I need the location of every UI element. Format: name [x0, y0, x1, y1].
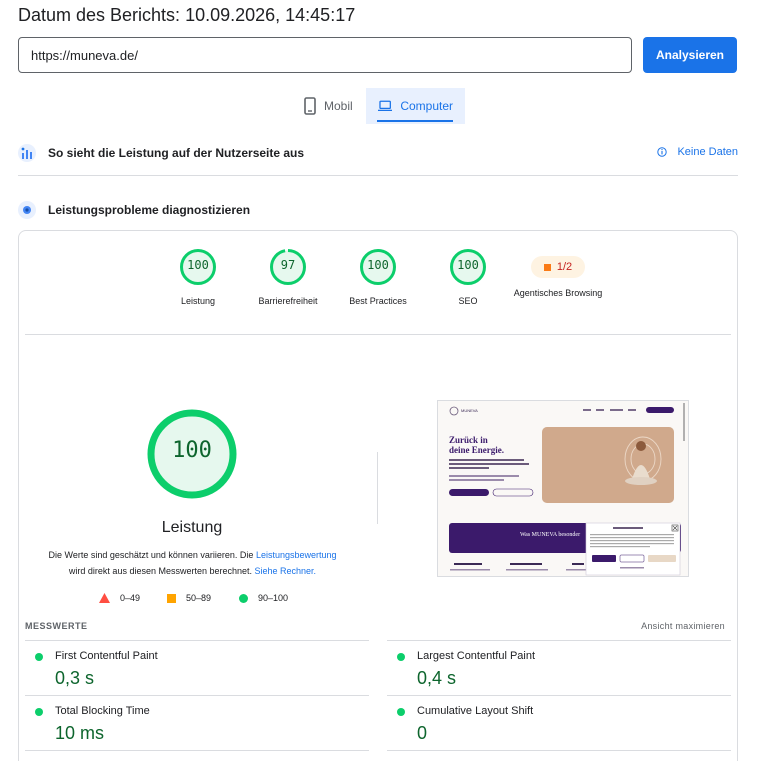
metric-name: Total Blocking Time — [55, 705, 150, 717]
pass-circle-icon — [397, 708, 405, 716]
gauge-performance[interactable]: 100 Leistung — [153, 248, 243, 308]
metric-value: 0,3 s — [55, 668, 95, 688]
pass-circle-icon — [397, 653, 405, 661]
gauge-label: Best Practices — [349, 296, 407, 306]
metric-lcp: Largest Contentful Paint 0,4 s — [387, 640, 731, 688]
metric-name: Largest Contentful Paint — [417, 650, 536, 662]
preview-headline: Zurück in — [449, 435, 488, 445]
field-data-title: So sieht die Leistung auf der Nutzerseit… — [48, 146, 305, 160]
gauge-label: Agentisches Browsing — [513, 288, 603, 298]
preview-banner: Was MUNEVA besonder — [520, 532, 580, 538]
section-divider — [18, 175, 738, 176]
calculator-link[interactable]: Siehe Rechner. — [255, 566, 317, 576]
legend-range: 0–49 — [120, 593, 141, 603]
active-tab-indicator — [377, 120, 453, 122]
tab-desktop[interactable]: Computer — [366, 88, 465, 124]
legend-pass: 90–100 — [239, 593, 288, 603]
legend-fail: 0–49 — [99, 593, 140, 603]
pass-circle-icon — [35, 653, 43, 661]
vertical-separator — [377, 452, 378, 524]
report-date: Datum des Berichts: 10.09.2026, 14:45:17 — [18, 5, 356, 25]
scoring-link[interactable]: Leistungsbewertung — [256, 550, 337, 560]
tab-desktop-label: Computer — [400, 99, 453, 113]
gauge-score: 100 — [367, 258, 389, 272]
no-data-label: Keine Daten — [677, 146, 738, 158]
gauge-accessibility[interactable]: 97 Barrierefreiheit — [243, 248, 333, 308]
metric-name: Cumulative Layout Shift — [417, 705, 534, 717]
performance-score: 100 — [172, 438, 212, 463]
info-icon — [657, 147, 668, 157]
metric-divider — [387, 640, 731, 641]
metric-fcp: First Contentful Paint 0,3 s — [25, 640, 369, 688]
tab-mobile-label: Mobil — [324, 99, 353, 113]
desc-text: wird direkt aus diesen Messwerten berech… — [68, 566, 255, 576]
metric-divider — [25, 695, 369, 696]
metric-divider — [25, 640, 369, 641]
performance-description: Die Werte sind geschätzt und können vari… — [40, 547, 345, 579]
agentic-browsing-badge[interactable]: 1/2 — [531, 256, 585, 278]
fail-triangle-icon — [99, 593, 110, 603]
agentic-score: 1/2 — [556, 261, 573, 273]
card-divider — [25, 334, 731, 335]
url-input[interactable] — [18, 37, 632, 73]
desc-text: Die Werte sind geschätzt und können vari… — [48, 550, 256, 560]
average-square-icon — [543, 263, 551, 271]
smartphone-icon — [304, 97, 316, 115]
metric-divider — [387, 695, 731, 696]
lab-diagnostics-icon — [18, 201, 36, 219]
metric-cls: Cumulative Layout Shift 0 — [387, 695, 731, 743]
metric-name: First Contentful Paint — [55, 650, 158, 662]
gauge-best-practices[interactable]: 100 Best Practices — [333, 248, 423, 308]
average-square-icon — [167, 593, 176, 603]
lab-data-section: Leistungsprobleme diagnostizieren — [18, 198, 738, 222]
laptop-icon — [378, 100, 393, 112]
gauge-score: 97 — [280, 258, 296, 272]
gauge-label: Barrierefreiheit — [258, 296, 318, 306]
pass-circle-icon — [239, 593, 248, 603]
preview-headline: deine Energie. — [449, 445, 504, 455]
metric-divider — [25, 750, 369, 751]
gauge-label: SEO — [458, 296, 478, 306]
metric-divider — [387, 750, 731, 751]
lab-data-title: Leistungsprobleme diagnostizieren — [48, 203, 251, 217]
screenshot-image: MUNEVA Zurück in deine Energie. Was MUNE… — [438, 401, 688, 576]
users-chart-icon — [18, 144, 36, 162]
tab-mobile[interactable]: Mobil — [292, 88, 365, 124]
no-data-link[interactable]: Keine Daten — [657, 146, 738, 158]
expand-view-button[interactable]: Ansicht maximieren — [641, 621, 725, 631]
preview-brand: MUNEVA — [461, 408, 478, 413]
metric-tbt: Total Blocking Time 10 ms — [25, 695, 369, 743]
legend-range: 90–100 — [258, 593, 289, 603]
gauge-label: Leistung — [180, 296, 216, 306]
gauge-score: 100 — [457, 258, 479, 272]
gauge-score: 100 — [187, 258, 209, 272]
field-data-section: So sieht die Leistung auf der Nutzerseit… — [18, 141, 738, 165]
metric-value: 10 ms — [55, 723, 105, 743]
metric-value: 0,4 s — [417, 668, 457, 688]
pass-circle-icon — [35, 708, 43, 716]
metric-value: 0 — [417, 723, 428, 743]
performance-title: Leistung — [161, 519, 223, 536]
gauge-agentic-browsing[interactable]: Agentisches Browsing — [513, 286, 603, 300]
metrics-header: MESSWERTE — [25, 621, 88, 631]
page-screenshot: MUNEVA Zurück in deine Energie. Was MUNE… — [437, 400, 689, 577]
legend-range: 50–89 — [186, 593, 212, 603]
gauge-seo[interactable]: 100 SEO — [423, 248, 513, 308]
analyze-button[interactable]: Analysieren — [643, 37, 737, 73]
legend-average: 50–89 — [167, 593, 211, 603]
